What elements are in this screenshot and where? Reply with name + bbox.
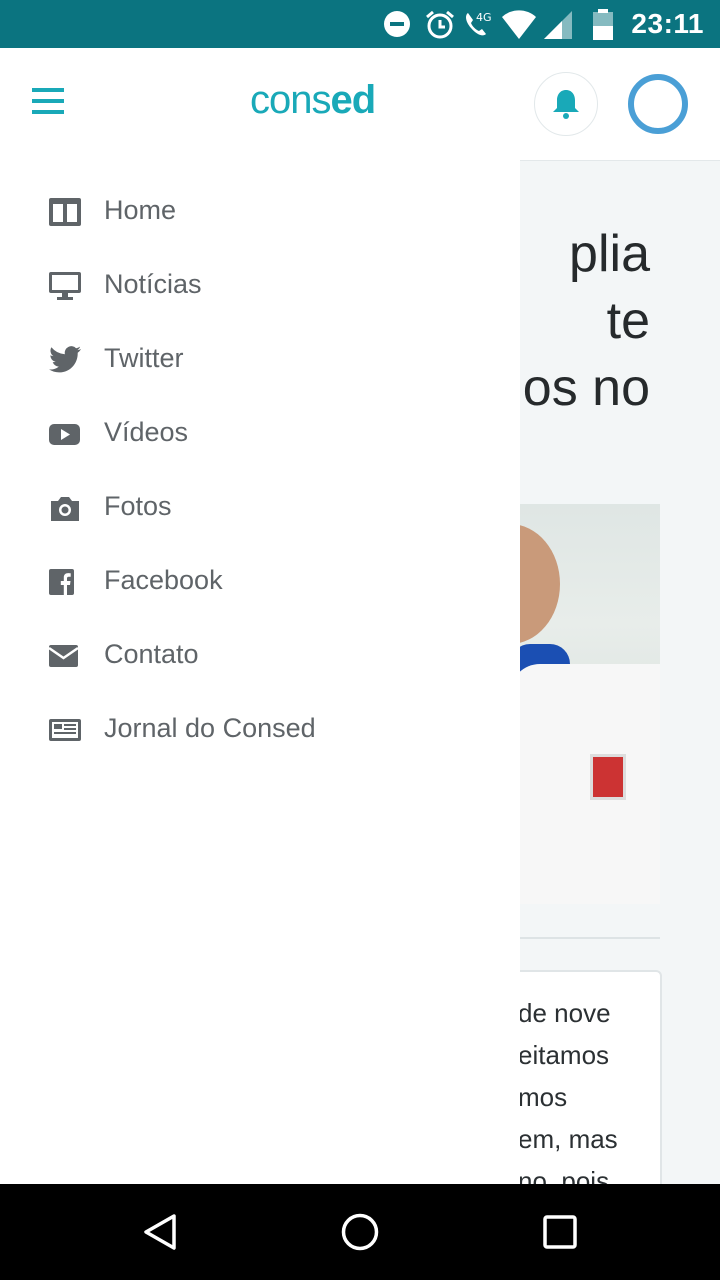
card-text: de nove eitamos mos em, mas no, pois (518, 998, 618, 1184)
logo-suffix: ed (330, 78, 377, 122)
navigation-drawer: consed Home Notícias Twitter Vídeos Foto… (0, 48, 520, 1184)
facebook-icon (49, 569, 74, 595)
envelope-icon (48, 645, 79, 667)
menu-item-label: Vídeos (104, 417, 189, 447)
recents-icon[interactable] (540, 1212, 580, 1252)
menu-item-label: Twitter (104, 343, 184, 373)
home-circle-icon[interactable] (340, 1212, 380, 1252)
menu-item-videos[interactable]: Vídeos (0, 397, 520, 471)
menu-item-facebook[interactable]: Facebook (0, 545, 520, 619)
camera-icon (51, 497, 79, 521)
logo-prefix: cons (250, 78, 331, 122)
menu-item-label: Contato (104, 639, 199, 669)
twitter-icon (49, 346, 81, 373)
menu-item-contato[interactable]: Contato (0, 619, 520, 693)
menu-item-label: Facebook (104, 565, 223, 595)
menu-item-label: Fotos (104, 491, 172, 521)
home-icon (49, 198, 81, 226)
photo-badge (590, 754, 626, 800)
menu-item-jornal[interactable]: Jornal do Consed (0, 693, 520, 767)
monitor-icon (49, 272, 81, 300)
alarm-icon (426, 10, 454, 39)
system-nav-bar (0, 1184, 720, 1280)
status-bar: 4G 23:11 (0, 0, 720, 48)
photo-shirt (510, 664, 660, 904)
clock: 23:11 (631, 8, 704, 39)
menu-item-label: Notícias (104, 269, 202, 299)
menu-item-home[interactable]: Home (0, 175, 520, 249)
call-4g-icon: 4G (466, 11, 492, 36)
youtube-icon (49, 424, 80, 445)
hamburger-icon (32, 88, 64, 114)
drawer-menu: Home Notícias Twitter Vídeos Fotos Faceb… (0, 175, 520, 767)
wifi-icon (502, 10, 536, 39)
bell-icon (553, 90, 579, 119)
battery-icon (593, 9, 613, 40)
consed-logo[interactable]: consed (250, 78, 377, 123)
menu-item-fotos[interactable]: Fotos (0, 471, 520, 545)
notifications-button[interactable] (534, 72, 598, 136)
network-type: 4G (476, 11, 492, 24)
do-not-disturb-icon (384, 11, 410, 37)
menu-item-noticias[interactable]: Notícias (0, 249, 520, 323)
avatar[interactable] (628, 74, 688, 134)
menu-item-twitter[interactable]: Twitter (0, 323, 520, 397)
newspaper-icon (49, 719, 81, 741)
menu-item-label: Home (104, 195, 177, 225)
back-icon[interactable] (140, 1212, 180, 1252)
menu-button[interactable] (30, 82, 70, 122)
signal-icon (544, 11, 572, 39)
menu-item-label: Jornal do Consed (104, 713, 316, 743)
